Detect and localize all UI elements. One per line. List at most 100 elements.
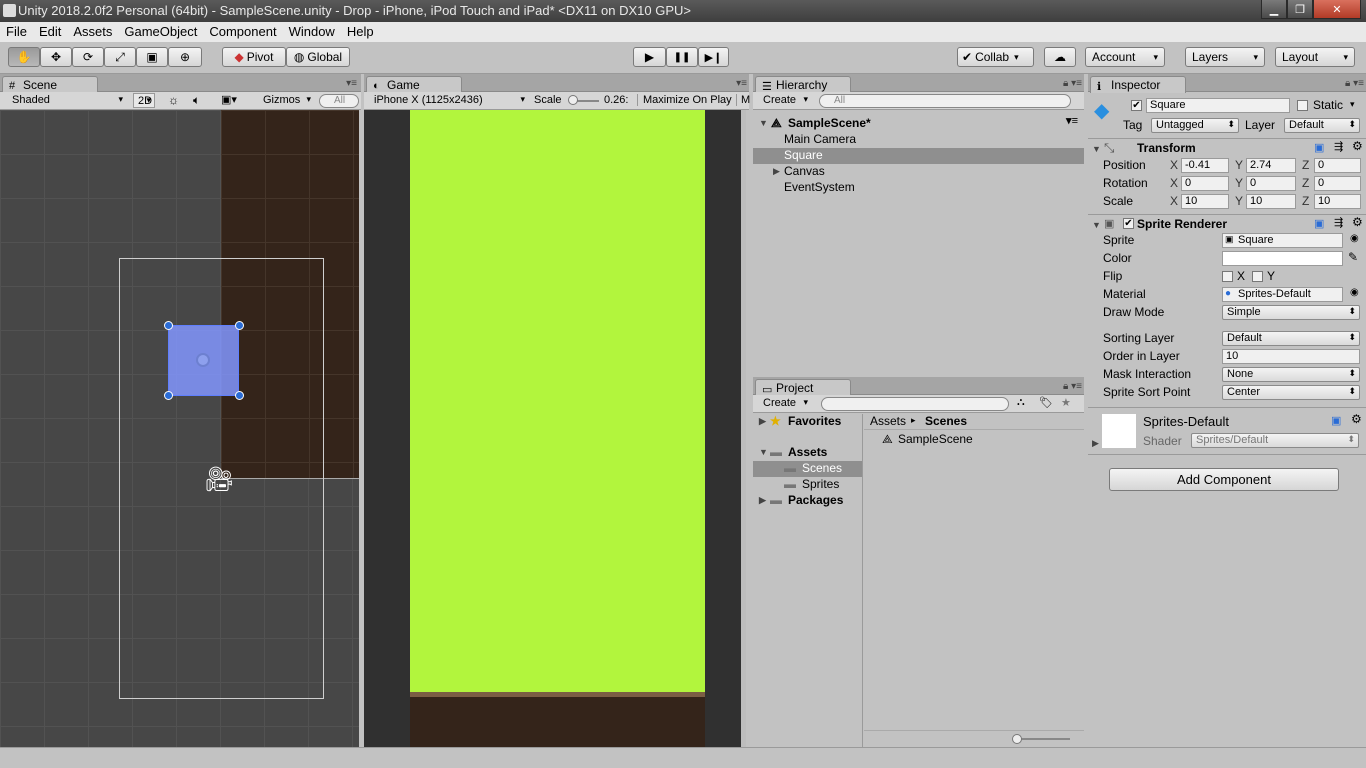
play-button[interactable]: ▶ [633, 47, 666, 67]
move-tool-button[interactable]: ✥ [40, 47, 72, 67]
resolution-dropdown[interactable]: iPhone X (1125x2436) [370, 93, 528, 108]
mask-interaction-dropdown[interactable]: None [1222, 367, 1360, 382]
panel-menu-icon[interactable]: ▾≡ [346, 78, 357, 89]
scale-z-field[interactable]: 10 [1314, 194, 1361, 209]
favorite-star-icon[interactable]: ★ [1061, 396, 1071, 409]
tab-project[interactable]: ▭ Project [755, 379, 851, 396]
rect-handle-tr[interactable] [235, 321, 244, 330]
pivot-handle[interactable] [196, 353, 210, 367]
file-item[interactable]: ⟁ SampleScene [864, 432, 1084, 448]
hierarchy-item[interactable]: EventSystem [753, 180, 1084, 196]
flip-x-checkbox[interactable] [1222, 271, 1233, 282]
maximize-on-play-toggle[interactable]: Maximize On Play [637, 94, 732, 106]
mute-audio-toggle[interactable]: M [736, 94, 750, 106]
add-component-button[interactable]: Add Component [1109, 468, 1339, 491]
shading-mode-dropdown[interactable]: Shaded [8, 93, 126, 108]
foldout-closed-icon[interactable]: ▶ [773, 166, 780, 177]
hierarchy-create-dropdown[interactable]: Create [759, 93, 811, 108]
menu-component[interactable]: Component [203, 22, 282, 42]
rect-handle-tl[interactable] [164, 321, 173, 330]
global-toggle[interactable]: ◍ Global [286, 47, 350, 67]
collab-dropdown[interactable]: ✔ Collab ▾ [957, 47, 1034, 67]
object-picker-icon[interactable]: ◉ [1350, 287, 1359, 298]
preset-icon[interactable]: ⇶ [1334, 216, 1343, 229]
gizmos-dropdown[interactable]: Gizmos [259, 93, 314, 108]
sprite-sort-point-dropdown[interactable]: Center [1222, 385, 1360, 400]
preset-icon[interactable]: ⇶ [1334, 140, 1343, 153]
filter-label-icon[interactable]: 🏷︎ [1039, 396, 1053, 409]
foldout-open-icon[interactable]: ▼ [1092, 144, 1101, 154]
pause-button[interactable]: ❚❚ [666, 47, 698, 67]
icon-size-slider-track[interactable] [1014, 738, 1070, 740]
object-name-field[interactable]: Square [1146, 98, 1290, 113]
rect-handle-bl[interactable] [164, 391, 173, 400]
tab-scene[interactable]: # Scene [2, 76, 98, 93]
panel-menu-icon[interactable]: 🔒︎ ▾≡ [1063, 381, 1082, 392]
panel-menu-icon[interactable]: ▾≡ [736, 78, 747, 89]
position-x-field[interactable]: -0.41 [1181, 158, 1229, 173]
scale-slider-thumb[interactable] [568, 95, 578, 105]
scale-y-field[interactable]: 10 [1246, 194, 1296, 209]
close-button[interactable]: ✕ [1313, 0, 1361, 19]
help-icon[interactable]: ▣ [1314, 141, 1324, 154]
hierarchy-item-selected[interactable]: Square [753, 148, 1084, 164]
sprite-renderer-enabled-checkbox[interactable]: ✔ [1123, 218, 1134, 229]
tab-hierarchy[interactable]: ☰ Hierarchy [755, 76, 851, 93]
hierarchy-item[interactable]: Main Camera [753, 132, 1084, 148]
layer-dropdown[interactable]: Default [1284, 118, 1360, 133]
game-viewport[interactable] [364, 110, 745, 747]
pivot-toggle[interactable]: ◆ Pivot [222, 47, 286, 67]
menu-edit[interactable]: Edit [33, 22, 67, 42]
foldout-closed-icon[interactable]: ▶ [759, 416, 766, 427]
icon-size-slider-thumb[interactable] [1012, 734, 1022, 744]
foldout-open-icon[interactable]: ▼ [759, 447, 768, 457]
flip-y-checkbox[interactable] [1252, 271, 1263, 282]
tag-dropdown[interactable]: Untagged [1151, 118, 1239, 133]
gear-icon[interactable]: ⚙ [1351, 412, 1362, 426]
camera-gizmo-icon[interactable]: 🎥︎ [204, 465, 234, 494]
account-dropdown[interactable]: Account ▾ [1085, 47, 1165, 67]
chevron-down-icon[interactable]: ▾ [1350, 99, 1355, 110]
folder-sprites-row[interactable]: ▬ Sprites [753, 477, 862, 493]
foldout-closed-icon[interactable]: ▶ [759, 495, 766, 506]
sorting-layer-dropdown[interactable]: Default [1222, 331, 1360, 346]
scene-root-row[interactable]: ▼ ⟁ SampleScene* ▾≡ [753, 115, 1084, 132]
minimize-button[interactable]: ▁ [1261, 0, 1287, 19]
gear-icon[interactable]: ⚙ [1352, 215, 1363, 229]
rotation-y-field[interactable]: 0 [1246, 176, 1296, 191]
effects-icon[interactable]: ▣▾ [221, 93, 237, 106]
help-icon[interactable]: ▣ [1331, 414, 1341, 427]
menu-window[interactable]: Window [283, 22, 341, 42]
shader-dropdown[interactable]: Sprites/Default [1191, 433, 1359, 448]
layout-dropdown[interactable]: Layout ▾ [1275, 47, 1355, 67]
color-swatch[interactable] [1222, 251, 1343, 266]
panel-menu-icon[interactable]: 🔒︎ ▾≡ [1345, 78, 1364, 89]
rotation-x-field[interactable]: 0 [1181, 176, 1229, 191]
assets-row[interactable]: ▼ ▬ Assets [753, 445, 862, 461]
hierarchy-item[interactable]: ▶ Canvas [753, 164, 1084, 180]
transform-tool-button[interactable]: ⊕ [168, 47, 202, 67]
draw-mode-dropdown[interactable]: Simple [1222, 305, 1360, 320]
scene-search-input[interactable]: All [319, 94, 359, 108]
hierarchy-search-input[interactable]: All [819, 94, 1071, 108]
rect-handle-br[interactable] [235, 391, 244, 400]
lighting-icon[interactable]: ☼ [168, 93, 179, 107]
folder-scenes-row[interactable]: ▬ Scenes [753, 461, 862, 477]
scale-x-field[interactable]: 10 [1181, 194, 1229, 209]
menu-help[interactable]: Help [341, 22, 380, 42]
breadcrumb-root[interactable]: Assets [870, 414, 906, 428]
position-z-field[interactable]: 0 [1314, 158, 1361, 173]
tab-game[interactable]: ◐ Game [366, 76, 462, 93]
cloud-button[interactable]: ☁ [1044, 47, 1076, 67]
static-checkbox[interactable] [1297, 100, 1308, 111]
project-create-dropdown[interactable]: Create [759, 396, 811, 411]
hand-tool-button[interactable]: ✋ [8, 47, 40, 67]
menu-assets[interactable]: Assets [67, 22, 118, 42]
rotation-z-field[interactable]: 0 [1314, 176, 1361, 191]
scene-viewport[interactable]: 🎥︎ [0, 110, 359, 747]
foldout-open-icon[interactable]: ▼ [1092, 220, 1101, 230]
rotate-tool-button[interactable]: ⟳ [72, 47, 104, 67]
sprite-field[interactable]: ▣ Square [1222, 233, 1343, 248]
game-scrollbar[interactable] [741, 110, 746, 747]
foldout-closed-icon[interactable]: ▶ [1092, 438, 1099, 449]
